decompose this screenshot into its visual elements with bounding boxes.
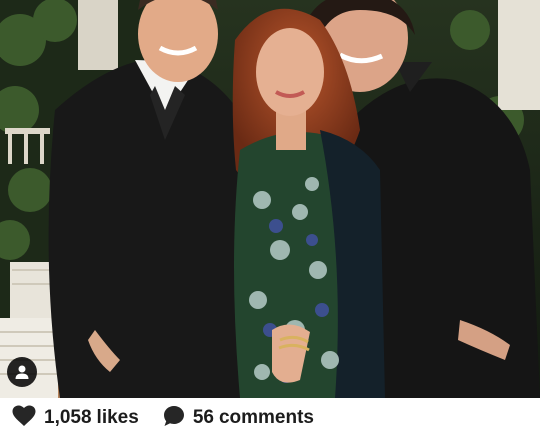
likes-stat[interactable]: 1,058 likes	[12, 405, 139, 432]
likes-text: 1,058 likes	[44, 407, 139, 429]
post-stats-bar: 1,058 likes 56 comments	[0, 398, 540, 438]
likes-label: likes	[96, 407, 139, 428]
user-tag-icon[interactable]	[7, 357, 37, 387]
instagram-post: 1,058 likes 56 comments	[0, 0, 540, 438]
comments-stat[interactable]: 56 comments	[163, 405, 314, 432]
comments-label: comments	[218, 407, 314, 428]
comments-text: 56 comments	[193, 407, 314, 429]
heart-icon[interactable]	[12, 405, 36, 432]
likes-count: 1,058	[44, 407, 92, 428]
post-photo[interactable]	[0, 0, 540, 398]
comments-count: 56	[192, 407, 214, 428]
comment-bubble-icon[interactable]	[163, 405, 185, 432]
